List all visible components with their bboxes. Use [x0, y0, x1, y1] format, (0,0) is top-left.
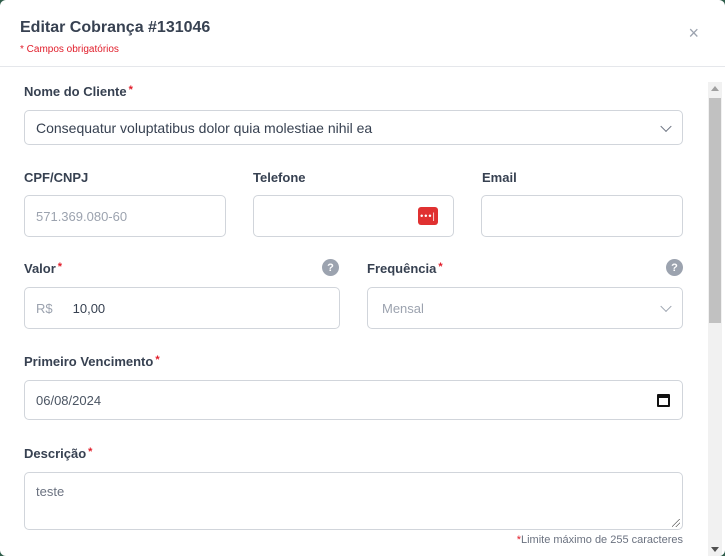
close-icon[interactable]: × [688, 24, 699, 42]
frequency-label-text: Frequência [367, 261, 437, 276]
currency-prefix: R$ [36, 300, 53, 316]
character-limit-text: Limite máximo de 255 caracteres [520, 534, 683, 546]
modal-body: Nome do Cliente * Consequatur voluptatibu… [0, 67, 705, 556]
frequency-help-icon[interactable]: ? [666, 259, 683, 276]
valor-help-icon[interactable]: ? [322, 259, 339, 276]
phone-input[interactable]: •••| [253, 195, 454, 237]
password-manager-icon[interactable]: •••| [418, 207, 438, 225]
cpf-label: CPF/CNPJ [24, 170, 89, 185]
email-input[interactable] [481, 195, 683, 237]
frequency-value: Mensal [382, 300, 424, 316]
due-date-label-text: Primeiro Vencimento [24, 354, 154, 369]
modal-title: Editar Cobrança #131046 [20, 19, 211, 36]
scroll-up-arrow-icon[interactable] [711, 86, 719, 91]
chevron-down-icon [660, 120, 672, 132]
email-label: Email [482, 170, 517, 185]
cpf-input[interactable]: 571.369.080-60 [24, 195, 226, 237]
vertical-scrollbar[interactable] [708, 82, 722, 556]
valor-input[interactable]: R$ 10,00 [24, 287, 340, 329]
due-date-input[interactable]: 06/08/2024 [24, 380, 683, 420]
required-star: * [155, 354, 160, 366]
valor-value: 10,00 [72, 300, 106, 316]
due-date-value: 06/08/2024 [36, 392, 102, 408]
required-star: * [57, 261, 63, 273]
resize-handle-icon[interactable] [672, 519, 680, 527]
chevron-down-icon [660, 300, 672, 313]
valor-label: Valor * [24, 261, 62, 276]
frequency-select[interactable]: Mensal [367, 287, 683, 329]
required-star: * [438, 261, 443, 273]
description-textarea[interactable]: teste [24, 472, 683, 530]
required-star: * [88, 446, 93, 458]
client-name-label-text: Nome do Cliente [24, 84, 127, 99]
description-label: Descrição * [24, 446, 92, 461]
description-label-text: Descrição [24, 446, 87, 461]
scroll-down-arrow-icon[interactable] [711, 547, 719, 552]
required-fields-note: * Campos obrigatórios [20, 44, 119, 55]
client-name-label: Nome do Cliente * [24, 84, 133, 99]
edit-charge-modal: Editar Cobrança #131046 * Campos obrigat… [0, 0, 725, 556]
calendar-icon[interactable] [657, 394, 670, 407]
client-select-value: Consequatur voluptatibus dolor quia mole… [36, 119, 373, 136]
phone-label: Telefone [253, 170, 306, 185]
description-value: teste [36, 484, 65, 499]
client-select[interactable]: Consequatur voluptatibus dolor quia mole… [24, 110, 683, 145]
modal-header: Editar Cobrança #131046 * Campos obrigat… [0, 0, 725, 67]
scroll-thumb[interactable] [709, 98, 721, 323]
required-star: * [128, 84, 133, 96]
valor-label-text: Valor [24, 261, 56, 276]
due-date-label: Primeiro Vencimento * [24, 354, 160, 369]
character-limit-note: *Limite máximo de 255 caracteres [517, 534, 683, 546]
cpf-placeholder: 571.369.080-60 [36, 208, 128, 224]
frequency-label: Frequência * [367, 261, 443, 276]
